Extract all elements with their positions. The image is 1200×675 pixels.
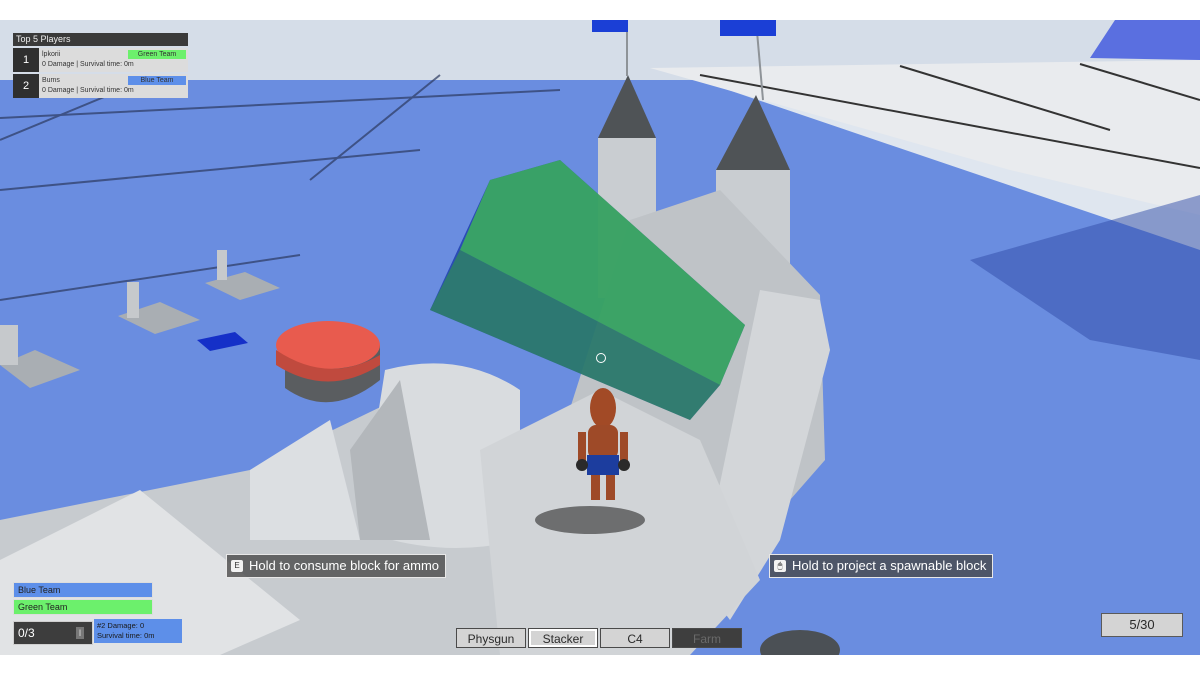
player-name: lpkorii: [42, 51, 61, 58]
project-prompt-text: Hold to project a spawnable block: [792, 558, 987, 573]
game-viewport[interactable]: Top 5 Players 1 lpkorii 0 Damage | Survi…: [0, 20, 1200, 655]
ammo-counter: 5/30: [1101, 613, 1183, 637]
e-key-icon: E: [231, 560, 243, 572]
consume-prompt-text: Hold to consume block for ammo: [249, 558, 440, 573]
project-prompt: 🖱 Hold to project a spawnable block: [769, 554, 994, 578]
player-row: 1 lpkorii 0 Damage | Survival time: 0m G…: [13, 48, 188, 72]
self-stats-panel: #2 Damage: 0 Survival time: 0m: [94, 619, 182, 643]
top-players-title: Top 5 Players: [13, 33, 188, 46]
self-rank-damage: #2 Damage: 0: [97, 621, 145, 630]
green-team-bar: Green Team: [13, 599, 153, 615]
player-count: 0/3: [18, 626, 35, 640]
player-team-badge: Green Team: [128, 50, 186, 59]
tool-physgun[interactable]: Physgun: [456, 628, 526, 648]
self-survival-time: Survival time: 0m: [97, 631, 155, 640]
consume-prompt: E Hold to consume block for ammo: [226, 554, 447, 578]
blue-team-bar: Blue Team: [13, 582, 153, 598]
tool-c4[interactable]: C4: [600, 628, 670, 648]
top-players-panel: Top 5 Players 1 lpkorii 0 Damage | Survi…: [13, 33, 188, 98]
game-scene: [0, 20, 1200, 655]
player-row: 2 Bums 0 Damage | Survival time: 0m Blue…: [13, 74, 188, 98]
tool-bar: Physgun Stacker C4 Farm: [456, 628, 742, 648]
player-team-badge: Blue Team: [128, 76, 186, 85]
player-stats: 0 Damage | Survival time: 0m: [42, 87, 134, 94]
tool-stacker[interactable]: Stacker: [528, 628, 598, 648]
player-rank: 2: [13, 74, 39, 98]
player-name: Bums: [42, 77, 60, 84]
mouse-icon: 🖱: [774, 560, 786, 572]
tool-farm[interactable]: Farm: [672, 628, 742, 648]
crosshair-icon: [596, 353, 606, 363]
player-stats: 0 Damage | Survival time: 0m: [42, 61, 134, 68]
red-button: [276, 321, 380, 403]
player-count-box: 0/3 I: [13, 621, 93, 645]
count-pip: I: [76, 627, 84, 639]
player-rank: 1: [13, 48, 39, 72]
